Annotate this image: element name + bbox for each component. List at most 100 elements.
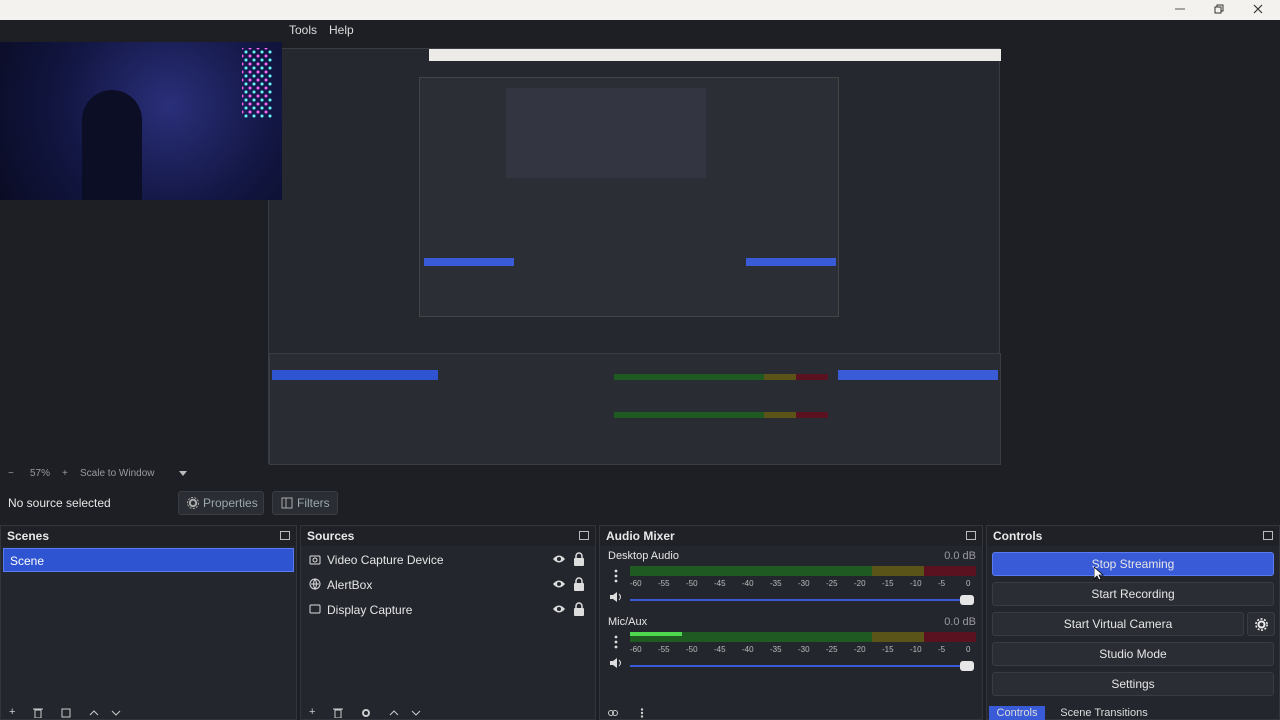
- menu-help[interactable]: Help: [329, 23, 354, 37]
- slider-handle[interactable]: [960, 661, 974, 671]
- properties-label: Properties: [203, 496, 258, 510]
- close-button[interactable]: [1238, 1, 1278, 19]
- visibility-eye-icon[interactable]: [553, 604, 565, 614]
- mixer-title: Audio Mixer: [606, 529, 675, 543]
- title-bar: [0, 0, 1280, 20]
- sources-footer: +: [301, 706, 595, 719]
- nested-meter: [614, 374, 828, 380]
- mixer-header: Audio Mixer: [600, 526, 982, 546]
- lock-icon[interactable]: [573, 552, 585, 566]
- start-recording-button[interactable]: Start Recording: [992, 582, 1274, 606]
- visibility-eye-icon[interactable]: [553, 579, 565, 589]
- volume-slider[interactable]: [630, 595, 974, 605]
- meter-tick-label: -60: [630, 645, 642, 654]
- nested-preview: [268, 48, 1001, 465]
- webcam-feed: [0, 42, 282, 200]
- meter-tick-label: -60: [630, 579, 642, 588]
- filters-button[interactable]: Filters: [272, 491, 338, 515]
- meter-tick-label: -40: [742, 579, 754, 588]
- gear-icon[interactable]: [361, 708, 371, 718]
- minimize-button[interactable]: [1160, 1, 1200, 19]
- more-options-icon[interactable]: [614, 635, 618, 649]
- scale-mode-select[interactable]: Scale to Window: [80, 468, 154, 479]
- scenes-footer: +: [1, 706, 296, 719]
- gear-icon: [1255, 618, 1268, 631]
- meter-tick-label: -15: [882, 579, 894, 588]
- browser-icon: [309, 578, 321, 590]
- scene-item[interactable]: Scene: [3, 548, 294, 572]
- more-options-icon[interactable]: [640, 708, 644, 718]
- nested-stop-button: [838, 370, 998, 380]
- scenes-header: Scenes: [1, 526, 296, 546]
- zoom-level: 57%: [30, 468, 51, 479]
- meter-tick-label: -10: [910, 579, 922, 588]
- sources-header: Sources: [301, 526, 595, 546]
- popout-icon[interactable]: [579, 531, 589, 540]
- studio-mode-button[interactable]: Studio Mode: [992, 642, 1274, 666]
- source-toolbar: No source selected Properties Filters: [0, 486, 1280, 520]
- mixer-footer: [600, 707, 982, 719]
- preview-canvas[interactable]: [0, 42, 1280, 466]
- meter-tick-label: -50: [686, 579, 698, 588]
- popout-icon[interactable]: [1263, 531, 1273, 540]
- meter-scale: -60 -55 -50 -45 -40 -35 -30 -25 -20 -15 -10 -5 0: [630, 576, 976, 590]
- audio-mixer-dock: Audio Mixer Desktop Audio 0.0 dB -60 -55 -…: [599, 525, 983, 720]
- nested-scene-row: [272, 370, 438, 380]
- menu-bar: Tools Help: [282, 20, 1280, 42]
- virtual-camera-settings-button[interactable]: [1247, 612, 1275, 636]
- meter-tick-label: -35: [770, 645, 782, 654]
- stop-streaming-button[interactable]: Stop Streaming: [992, 552, 1274, 576]
- volume-meter: [630, 632, 976, 642]
- move-up-icon[interactable]: [89, 708, 99, 718]
- add-icon[interactable]: +: [309, 706, 315, 718]
- source-item[interactable]: Video Capture Device: [305, 549, 591, 571]
- person-silhouette: [82, 90, 142, 200]
- meter-scale: -60 -55 -50 -45 -40 -35 -30 -25 -20 -15 -10 -5 0: [630, 642, 976, 656]
- slider-handle[interactable]: [960, 595, 974, 605]
- speaker-icon[interactable]: [609, 591, 623, 603]
- volume-slider[interactable]: [630, 661, 974, 671]
- more-options-icon[interactable]: [614, 569, 618, 583]
- meter-tick-label: -10: [910, 645, 922, 654]
- popout-icon[interactable]: [280, 531, 290, 540]
- source-item-label: AlertBox: [327, 578, 373, 592]
- popout-icon[interactable]: [966, 531, 976, 540]
- volume-meter: [630, 566, 976, 576]
- meter-tick-label: -45: [714, 579, 726, 588]
- trash-icon[interactable]: [33, 708, 43, 718]
- source-item-label: Display Capture: [327, 603, 413, 617]
- add-icon[interactable]: +: [9, 706, 15, 718]
- zoom-out-button[interactable]: −: [8, 468, 14, 479]
- start-virtual-camera-button[interactable]: Start Virtual Camera: [992, 612, 1244, 636]
- mouse-cursor-icon: [1094, 567, 1104, 581]
- scene-item-label: Scene: [10, 554, 45, 568]
- meter-tick-label: -55: [658, 579, 670, 588]
- visibility-eye-icon[interactable]: [553, 554, 565, 564]
- gear-icon: [187, 497, 199, 509]
- filter-icon[interactable]: [61, 708, 71, 718]
- settings-button[interactable]: Settings: [992, 672, 1274, 696]
- link-icon[interactable]: [608, 708, 618, 718]
- speaker-icon[interactable]: [609, 657, 623, 669]
- source-item[interactable]: AlertBox: [305, 574, 591, 596]
- properties-button[interactable]: Properties: [178, 491, 264, 515]
- close-icon: [1253, 4, 1263, 14]
- move-up-icon[interactable]: [389, 708, 399, 718]
- channel-name: Mic/Aux: [608, 616, 648, 628]
- chevron-down-icon[interactable]: [179, 471, 187, 477]
- tab-controls[interactable]: Controls: [989, 706, 1045, 720]
- restore-button[interactable]: [1199, 1, 1239, 19]
- move-down-icon[interactable]: [111, 708, 121, 718]
- lock-icon[interactable]: [573, 577, 585, 591]
- tab-scene-transitions[interactable]: Scene Transitions: [1050, 706, 1158, 720]
- trash-icon[interactable]: [333, 708, 343, 718]
- source-item[interactable]: Display Capture: [305, 599, 591, 621]
- menu-tools[interactable]: Tools: [289, 23, 317, 37]
- meter-tick-label: -45: [714, 645, 726, 654]
- lock-icon[interactable]: [573, 602, 585, 616]
- meter-tick-label: -35: [770, 579, 782, 588]
- move-down-icon[interactable]: [411, 708, 421, 718]
- zoom-in-button[interactable]: +: [62, 468, 68, 479]
- meter-tick-label: -20: [854, 645, 866, 654]
- obs-window: Tools Help − 57% + Scale to Window No so…: [0, 0, 1280, 720]
